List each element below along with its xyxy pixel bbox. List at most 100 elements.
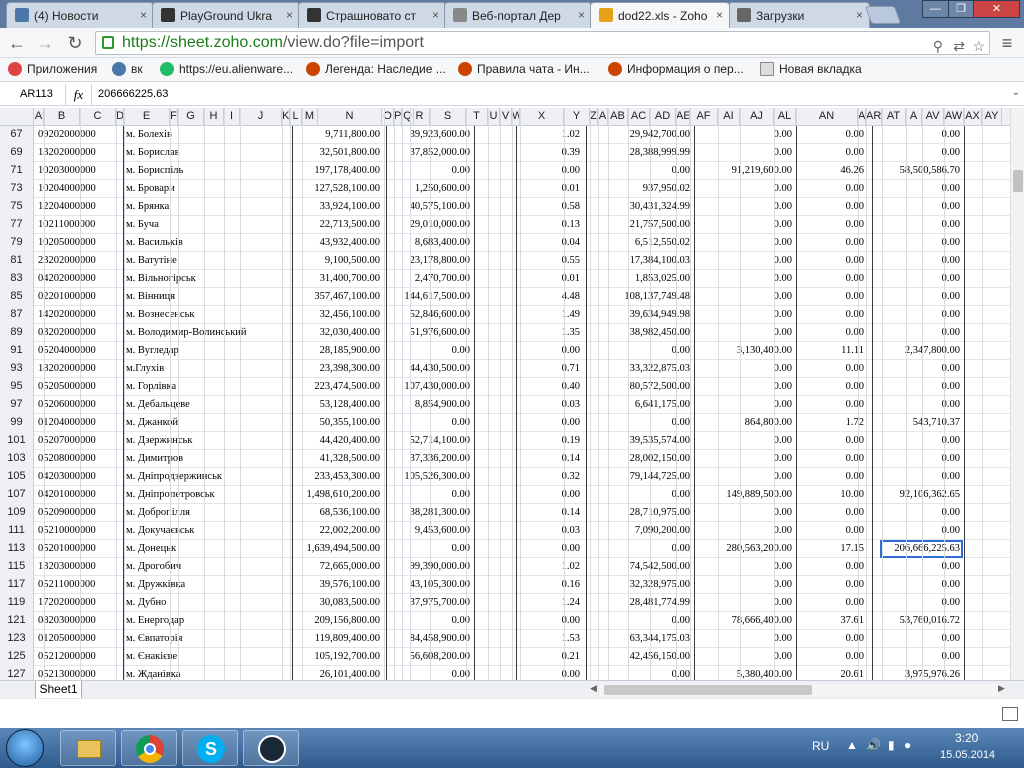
skype-taskbar-icon[interactable]: S [182,730,238,766]
browser-tab[interactable]: dod22.xls - Zoho × [590,2,730,28]
cell-m[interactable]: 30,083,500.00 [302,594,382,612]
cell-code[interactable]: 13203000000 [36,558,116,576]
row-header[interactable]: 115 [0,558,34,576]
vertical-scrollbar[interactable] [1010,108,1024,680]
row-header[interactable]: 93 [0,360,34,378]
column-header[interactable]: P [394,108,402,126]
cell-af[interactable]: 937,950.02 [592,180,692,198]
cell-name[interactable]: м. Дрогобич [124,558,290,576]
cell-m[interactable]: 105,192,700.00 [302,648,382,666]
cell-name[interactable]: м. Бориспіль [124,162,290,180]
cell-af[interactable]: 39,535,574.00 [592,432,692,450]
column-header[interactable]: Z [590,108,598,126]
cell-m[interactable]: 22,713,500.00 [302,216,382,234]
cell-code[interactable]: 05204000000 [36,342,116,360]
cell-ai[interactable]: 864,800.00 [696,414,794,432]
cell-z[interactable]: 0.16 [520,576,582,594]
scroll-left-icon[interactable]: ◀ [590,683,597,694]
chrome-taskbar-icon[interactable] [121,730,177,766]
cell-name[interactable]: м. Дніпропетровськ [124,486,290,504]
cell-ai[interactable]: 0.00 [696,288,794,306]
cell-ai[interactable]: 0.00 [696,594,794,612]
cell-af[interactable]: 32,328,975.00 [592,576,692,594]
cell-name[interactable]: м. Джанкой [124,414,290,432]
row-header[interactable]: 97 [0,396,34,414]
column-header[interactable]: A [34,108,44,126]
cell-an[interactable]: 20.61 [798,666,866,680]
scrollbar-thumb[interactable] [1013,170,1023,192]
cell-code[interactable]: 05210000000 [36,522,116,540]
cell-an[interactable]: 0.00 [798,558,866,576]
cell-an[interactable]: 0.00 [798,522,866,540]
cell-name[interactable]: м. Вознесенськ [124,306,290,324]
close-window-button[interactable]: ✕ [973,0,1020,18]
cell-ai[interactable]: 0.00 [696,576,794,594]
cell-ar[interactable]: 543,710.37 [880,414,962,432]
cell-m[interactable]: 39,576,100.00 [302,576,382,594]
start-button[interactable] [6,729,44,767]
volume-icon[interactable]: 🔊 [866,738,881,752]
cell-name[interactable]: м. Бровари [124,180,290,198]
column-header[interactable]: AE [676,108,690,126]
cell-name[interactable]: м. Євпаторія [124,630,290,648]
cell-ar[interactable]: 0.00 [880,288,962,306]
cell-af[interactable]: 108,137,749.48 [592,288,692,306]
cell-m[interactable]: 68,536,100.00 [302,504,382,522]
row-header[interactable]: 113 [0,540,34,558]
cell-ai[interactable]: 0.00 [696,432,794,450]
cell-ar[interactable]: 0.00 [880,522,962,540]
column-header[interactable]: T [466,108,488,126]
cell-ai[interactable]: 0.00 [696,234,794,252]
close-tab-icon[interactable]: × [432,8,439,22]
cell-z[interactable]: 0.01 [520,180,582,198]
cell-name[interactable]: м. Дубно [124,594,290,612]
cell-af[interactable]: 6,641,175.00 [592,396,692,414]
cell-af[interactable]: 29,942,700.00 [592,126,692,144]
cell-ar[interactable]: 0.00 [880,432,962,450]
cell-af[interactable]: 6,512,550.02 [592,234,692,252]
cell-name[interactable]: м. Болехів [124,126,290,144]
cell-ar[interactable]: 0.00 [880,504,962,522]
cell-ar[interactable]: 0.00 [880,594,962,612]
steam-taskbar-icon[interactable] [243,730,299,766]
column-header[interactable]: F [170,108,178,126]
cell-m[interactable]: 197,178,400.00 [302,162,382,180]
cell-m[interactable]: 43,932,400.00 [302,234,382,252]
cell-an[interactable]: 0.00 [798,324,866,342]
cell-an[interactable]: 0.00 [798,360,866,378]
cell-m[interactable]: 1,498,610,200.00 [302,486,382,504]
column-header[interactable]: D [116,108,124,126]
cell-name[interactable]: м. Васильків [124,234,290,252]
cell-code[interactable]: 01204000000 [36,414,116,432]
cell-code[interactable]: 09202000000 [36,126,116,144]
cell-z[interactable]: 0.21 [520,648,582,666]
column-header[interactable]: AJ [740,108,774,126]
bookmark-item[interactable]: вк [112,62,143,76]
cell-af[interactable]: 21,757,500.00 [592,216,692,234]
cell-ai[interactable]: 0.00 [696,504,794,522]
row-header[interactable]: 73 [0,180,34,198]
cell-z[interactable]: 0.00 [520,162,582,180]
cell-m[interactable]: 9,100,500.00 [302,252,382,270]
cell-an[interactable]: 0.00 [798,594,866,612]
cell-code[interactable]: 14202000000 [36,306,116,324]
new-tab-button[interactable] [864,6,902,24]
cell-ai[interactable]: 0.00 [696,216,794,234]
row-header[interactable]: 75 [0,198,34,216]
bookmark-item[interactable]: Правила чата - Ин... [458,62,590,76]
cell-ai[interactable]: 0.00 [696,252,794,270]
tray-arrow-icon[interactable]: ▲ [846,738,858,752]
cell-ar[interactable]: 0.00 [880,126,962,144]
cell-ai[interactable]: 0.00 [696,360,794,378]
column-header[interactable]: AD [650,108,676,126]
cell-z[interactable]: 0.55 [520,252,582,270]
cell-af[interactable]: 28,481,774.99 [592,594,692,612]
cell-name[interactable]: м.Глухів [124,360,290,378]
cell-code[interactable]: 05208000000 [36,450,116,468]
column-header[interactable]: L [290,108,302,126]
cell-af[interactable]: 0.00 [592,342,692,360]
column-header[interactable]: AY [982,108,1002,126]
cell-z[interactable]: 1.24 [520,594,582,612]
column-header[interactable]: A [858,108,866,126]
cell-af[interactable]: 0.00 [592,486,692,504]
